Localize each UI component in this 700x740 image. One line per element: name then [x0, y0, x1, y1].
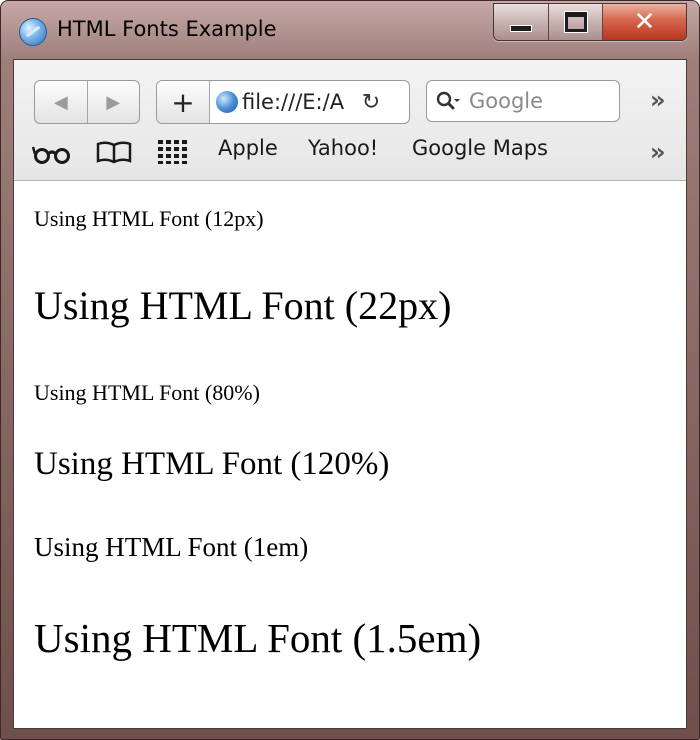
add-bookmark-button[interactable]: + [157, 81, 210, 123]
toolbar-overflow-icon[interactable]: » [650, 86, 666, 114]
bookmark-yahoo[interactable]: Yahoo! [308, 136, 378, 160]
maximize-button[interactable] [548, 4, 602, 40]
search-box[interactable] [426, 80, 620, 122]
navigation-buttons: ◀ ▶ [34, 80, 140, 124]
page-content: Using HTML Font (12px) Using HTML Font (… [34, 180, 674, 720]
sample-text-22px: Using HTML Font (22px) [34, 283, 452, 328]
browser-window: HTML Fonts Example ✕ ◀ ▶ + file:///E:/A … [0, 0, 700, 740]
back-button[interactable]: ◀ [35, 81, 87, 123]
sample-text-1-5em: Using HTML Font (1.5em) [34, 615, 482, 661]
plus-icon: + [171, 85, 195, 119]
title-bar[interactable]: HTML Fonts Example ✕ [1, 1, 699, 57]
sample-text-1em: Using HTML Font (1em) [34, 532, 309, 562]
glasses-icon[interactable] [31, 142, 72, 170]
forward-button[interactable]: ▶ [86, 81, 140, 123]
close-icon: ✕ [633, 7, 656, 37]
close-button[interactable]: ✕ [602, 4, 686, 40]
reload-icon: ↻ [361, 89, 381, 115]
safari-compass-icon[interactable] [19, 18, 47, 46]
window-title: HTML Fonts Example [57, 17, 277, 41]
maximize-icon [564, 12, 587, 32]
reload-button[interactable]: ↻ [354, 81, 388, 123]
forward-arrow-icon: ▶ [106, 91, 121, 113]
minimize-button[interactable] [494, 4, 548, 40]
toolbar: ◀ ▶ + ↻ [14, 60, 686, 181]
bookmarks-overflow-icon[interactable]: » [650, 138, 666, 166]
search-icon[interactable] [427, 91, 469, 111]
caption-buttons: ✕ [493, 3, 687, 41]
bookmarks-bar: Apple Yahoo! Google Maps » [14, 132, 686, 172]
address-bar: + ↻ [156, 80, 410, 124]
sample-text-12px: Using HTML Font (12px) [34, 206, 264, 231]
grid-icon[interactable] [158, 140, 188, 170]
bookmark-google-maps[interactable]: Google Maps [412, 136, 548, 160]
open-book-icon[interactable] [96, 140, 132, 170]
minimize-icon [510, 24, 532, 32]
back-arrow-icon: ◀ [53, 91, 68, 113]
search-input[interactable] [469, 89, 609, 113]
sample-text-120pct: Using HTML Font (120%) [34, 446, 390, 482]
bookmark-apple[interactable]: Apple [218, 136, 278, 160]
sample-text-80pct: Using HTML Font (80%) [34, 380, 260, 405]
url-input[interactable] [242, 81, 354, 123]
browser-client-area: ◀ ▶ + ↻ [13, 59, 687, 729]
globe-icon [216, 91, 238, 113]
